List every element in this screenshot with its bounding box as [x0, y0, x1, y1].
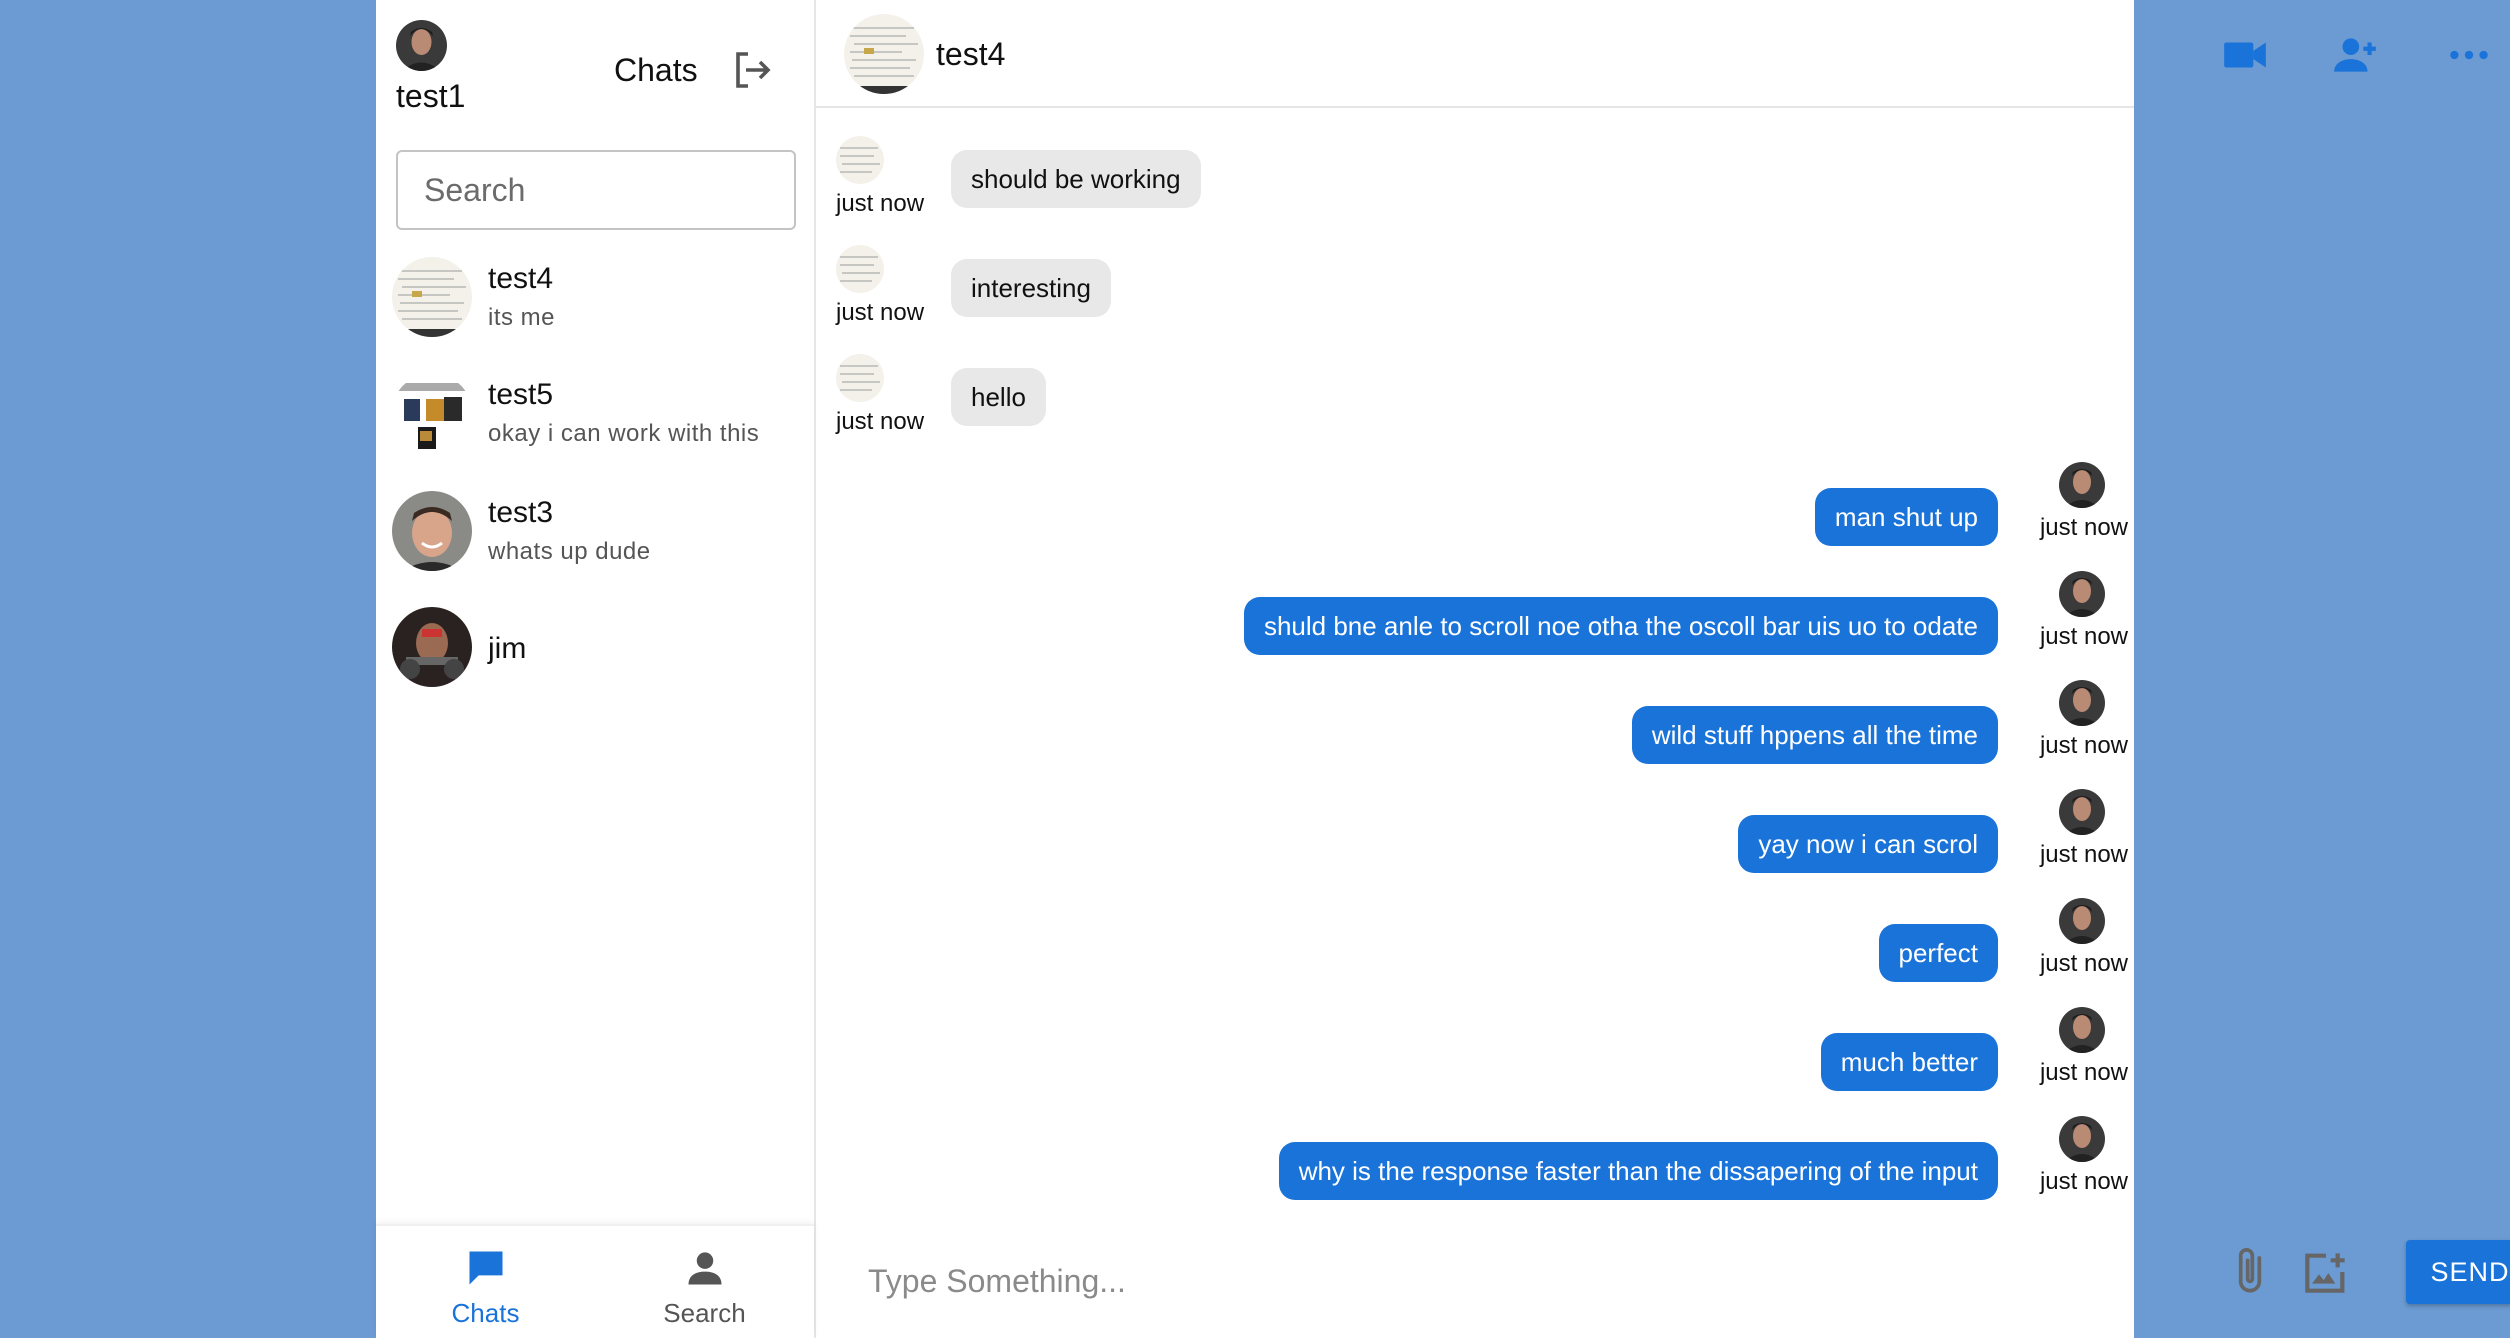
- message-avatar: [2059, 1007, 2105, 1053]
- message-outgoing: just now wild stuff hppens all the time: [934, 680, 2134, 770]
- message-avatar: [836, 245, 884, 293]
- message-bubble: yay now i can scrol: [1738, 815, 1998, 873]
- add-person-icon: [2334, 38, 2376, 72]
- message-avatar: [2059, 898, 2105, 944]
- nav-search-button[interactable]: Search: [595, 1226, 814, 1338]
- message-outgoing: just now yay now i can scrol: [934, 789, 2134, 879]
- person-icon: [688, 1252, 721, 1285]
- message-avatar: [2059, 571, 2105, 617]
- nav-search-label: Search: [663, 1298, 746, 1328]
- more-options-button[interactable]: [2444, 30, 2494, 80]
- message-avatar: [836, 136, 884, 184]
- message-time: just now: [836, 408, 925, 435]
- chat-header: test4: [816, 0, 2488, 108]
- message-list[interactable]: just now should be working just now inte…: [816, 108, 2134, 1220]
- message-time: just now: [2039, 623, 2128, 650]
- message-time: just now: [2039, 514, 2128, 541]
- video-call-icon: [2224, 42, 2266, 68]
- message-avatar: [2059, 680, 2105, 726]
- message-bubble: much better: [1820, 1033, 1998, 1091]
- add-image-button[interactable]: [2298, 1244, 2354, 1300]
- message-avatar: [2059, 462, 2105, 508]
- message-bubble: hello: [951, 368, 1046, 426]
- chat-bubble-icon: [469, 1251, 502, 1285]
- contact-item-test4[interactable]: test4 its me: [376, 242, 814, 352]
- attachment-icon: [2238, 1247, 2262, 1293]
- message-time: just now: [2039, 1059, 2128, 1086]
- nav-chats-button[interactable]: Chats: [376, 1226, 595, 1338]
- contact-avatar: [392, 257, 472, 337]
- contact-item-test3[interactable]: test3 whats up dude: [376, 476, 814, 586]
- contact-name: test3: [488, 496, 554, 529]
- bottom-navigation: Chats Search: [376, 1224, 814, 1338]
- contact-item-test5[interactable]: test5 okay i can work with this: [376, 358, 814, 468]
- sidebar: test1 Chats Search test4 its me test5 ok…: [376, 0, 816, 1338]
- contact-name: jim: [488, 632, 527, 665]
- chat-panel: test4 just now should be working just no…: [816, 0, 2510, 1338]
- message-outgoing: just now why is the response faster than…: [934, 1116, 2134, 1206]
- contact-name: test4: [488, 262, 554, 295]
- message-outgoing: just now much better: [934, 1007, 2134, 1097]
- message-avatar: [2059, 789, 2105, 835]
- current-user-name: test1: [396, 78, 466, 114]
- message-input[interactable]: [866, 1240, 1770, 1322]
- message-bubble: perfect: [1878, 924, 1998, 982]
- message-time: just now: [836, 190, 925, 217]
- message-outgoing: just now perfect: [934, 898, 2134, 988]
- search-input[interactable]: [396, 150, 796, 230]
- message-time: just now: [836, 299, 925, 326]
- contact-preview: okay i can work with this: [488, 420, 760, 447]
- message-bubble: interesting: [951, 259, 1111, 317]
- message-bubble: man shut up: [1814, 488, 1998, 546]
- message-time: just now: [2039, 732, 2128, 759]
- logout-button[interactable]: [728, 46, 776, 94]
- send-button[interactable]: SEND: [2406, 1240, 2510, 1304]
- chat-partner-name: test4: [936, 36, 1006, 72]
- message-composer: SEND: [816, 1220, 2510, 1338]
- message-bubble: wild stuff hppens all the time: [1631, 706, 1998, 764]
- contact-avatar: [392, 373, 472, 453]
- contact-avatar: [392, 491, 472, 571]
- more-horizontal-icon: [2450, 50, 2488, 60]
- add-image-icon: [2305, 1253, 2345, 1293]
- chat-app: test1 Chats Search test4 its me test5 ok…: [376, 0, 2510, 1338]
- message-outgoing: just now shuld bne anle to scroll noe ot…: [934, 571, 2134, 661]
- contact-preview: whats up dude: [488, 538, 651, 565]
- message-time: just now: [2039, 950, 2128, 977]
- message-bubble: should be working: [951, 150, 1201, 208]
- nav-chats-label: Chats: [451, 1298, 520, 1328]
- message-bubble: shuld bne anle to scroll noe otha the os…: [1243, 597, 1998, 655]
- message-bubble: why is the response faster than the diss…: [1278, 1142, 1998, 1200]
- chat-partner-avatar[interactable]: [844, 14, 924, 94]
- message-outgoing: just now man shut up: [934, 462, 2134, 552]
- add-person-button[interactable]: [2330, 30, 2380, 80]
- message-time: just now: [2039, 1168, 2128, 1195]
- logout-icon: [736, 52, 771, 88]
- current-user-avatar[interactable]: [396, 20, 447, 71]
- contact-preview: its me: [488, 304, 556, 331]
- contact-name: test5: [488, 378, 554, 411]
- video-call-button[interactable]: [2220, 30, 2270, 80]
- attach-file-button[interactable]: [2222, 1244, 2278, 1300]
- contact-avatar: [392, 607, 472, 687]
- sidebar-title: Chats: [614, 52, 698, 88]
- message-avatar: [2059, 1116, 2105, 1162]
- message-time: just now: [2039, 841, 2128, 868]
- contact-item-jim[interactable]: jim: [376, 592, 814, 702]
- message-avatar: [836, 354, 884, 402]
